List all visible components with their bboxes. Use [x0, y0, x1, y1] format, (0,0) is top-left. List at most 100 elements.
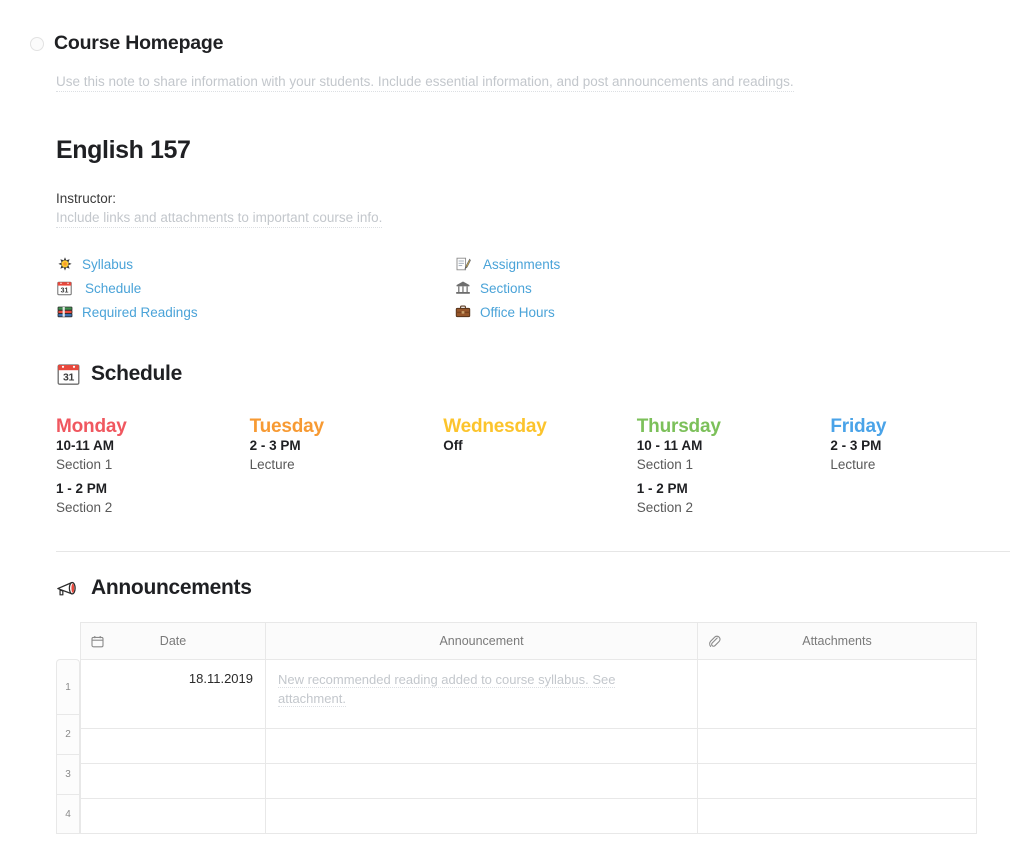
quick-link-assignments[interactable]: Assignments	[454, 252, 852, 276]
table-row: 18.11.2019 New recommended reading added…	[80, 659, 977, 729]
slot-description: Section 2	[56, 500, 113, 515]
column-header-date[interactable]: Date	[80, 622, 266, 660]
stacked-books-icon	[56, 304, 73, 321]
schedule-column-thursday: Thursday 10 - 11 AM Section 1 1 - 2 PM S…	[637, 416, 831, 515]
schedule-column-wednesday: Wednesday Off	[443, 416, 637, 515]
classical-building-icon	[454, 280, 471, 297]
schedule-slot: 1 - 2 PM Section 2	[637, 481, 831, 515]
schedule-slot: 1 - 2 PM Section 2	[56, 481, 250, 515]
slot-time: 1 - 2 PM	[56, 481, 108, 496]
quick-link-office-hours[interactable]: Office Hours	[454, 300, 852, 324]
schedule-column-tuesday: Tuesday 2 - 3 PM Lecture	[250, 416, 444, 515]
cell-attachments[interactable]	[697, 797, 977, 835]
course-title: English 157	[56, 136, 191, 164]
column-header-announcement[interactable]: Announcement	[265, 622, 698, 660]
quick-link-sections[interactable]: Sections	[454, 276, 852, 300]
day-name: Wednesday	[443, 416, 547, 437]
calendar-31-icon: 31	[56, 362, 80, 386]
table-row	[80, 797, 977, 835]
quick-link-required-readings[interactable]: Required Readings	[56, 300, 454, 324]
row-number[interactable]: 4	[56, 794, 80, 834]
page-title: Course Homepage	[54, 32, 224, 54]
column-header-attachments[interactable]: Attachments	[697, 622, 977, 660]
cell-date[interactable]	[80, 727, 266, 764]
schedule-heading-label: Schedule	[91, 362, 182, 385]
row-number[interactable]: 2	[56, 714, 80, 754]
slot-time: 2 - 3 PM	[830, 438, 882, 453]
schedule-slot: Off	[443, 438, 637, 453]
table-header-row: Date Announcement Attachments	[80, 622, 977, 660]
calendar-outline-icon	[90, 634, 104, 648]
slot-time: 1 - 2 PM	[636, 481, 688, 496]
slot-time: 10-11 AM	[56, 438, 115, 453]
cell-announcement[interactable]: New recommended reading added to course …	[265, 659, 698, 729]
schedule-heading: 31 Schedule	[56, 362, 1024, 386]
cell-attachments[interactable]	[697, 727, 977, 764]
quick-link-label: Syllabus	[82, 256, 134, 272]
cell-date[interactable]	[80, 797, 266, 835]
schedule-slot: 2 - 3 PM Lecture	[250, 438, 444, 472]
svg-text:31: 31	[61, 287, 69, 294]
quick-links-right-column: Assignments Sections Office Hours	[454, 252, 852, 324]
row-number[interactable]: 1	[56, 659, 80, 714]
cell-attachments[interactable]	[697, 659, 977, 729]
table-row	[80, 727, 977, 764]
memo-pencil-icon	[454, 256, 471, 273]
row-number-gutter: 1 2 3 4	[56, 622, 80, 834]
cell-announcement[interactable]	[265, 762, 698, 799]
slot-description: Lecture	[249, 457, 295, 472]
radio-unchecked-icon[interactable]	[30, 36, 44, 51]
table-row	[80, 762, 977, 799]
slot-description: Lecture	[830, 457, 876, 472]
slot-description: Section 1	[636, 457, 694, 472]
column-header-label: Date	[159, 634, 187, 648]
day-name: Thursday	[636, 416, 721, 437]
column-header-label: Attachments	[802, 634, 872, 648]
announcements-heading: Announcements	[56, 576, 1024, 600]
quick-link-syllabus[interactable]: Syllabus	[56, 252, 454, 276]
row-number[interactable]: 3	[56, 754, 80, 794]
quick-link-label: Required Readings	[82, 304, 198, 320]
quick-link-label: Office Hours	[480, 304, 555, 320]
megaphone-icon	[56, 576, 80, 600]
slot-time: 10 - 11 AM	[636, 438, 703, 453]
announcements-table: Date Announcement Attachments 18.11.2019…	[80, 622, 977, 835]
cell-attachments[interactable]	[697, 762, 977, 799]
section-divider	[56, 551, 1010, 552]
column-header-label: Announcement	[439, 634, 524, 648]
note-placeholder-text[interactable]: Use this note to share information with …	[56, 74, 794, 92]
schedule-slot: 10-11 AM Section 1	[56, 438, 250, 472]
quick-link-schedule[interactable]: 31 Schedule	[56, 276, 454, 300]
announcements-table-wrapper: 1 2 3 4 Date Announcement Attachments 18…	[56, 622, 977, 835]
cell-announcement[interactable]	[265, 727, 698, 764]
instructor-placeholder-text[interactable]: Include links and attachments to importa…	[56, 210, 383, 228]
slot-description: Section 2	[636, 500, 694, 515]
schedule-column-monday: Monday 10-11 AM Section 1 1 - 2 PM Secti…	[56, 416, 250, 515]
slot-time: Off	[443, 438, 463, 453]
slot-time: 2 - 3 PM	[249, 438, 301, 453]
slot-description: Section 1	[56, 457, 113, 472]
announcements-heading-label: Announcements	[91, 576, 252, 599]
sparkle-star-icon	[56, 256, 73, 273]
svg-text:31: 31	[62, 371, 74, 383]
quick-link-label: Assignments	[483, 256, 561, 272]
schedule-grid: Monday 10-11 AM Section 1 1 - 2 PM Secti…	[56, 416, 1024, 515]
day-name: Monday	[56, 416, 127, 437]
day-name: Friday	[830, 416, 887, 437]
cell-date[interactable]: 18.11.2019	[80, 659, 266, 729]
quick-link-label: Schedule	[85, 280, 142, 296]
paperclip-icon	[707, 634, 721, 648]
note-body: English 157 Instructor: Include links an…	[0, 136, 1024, 835]
briefcase-icon	[454, 304, 471, 321]
quick-links: Syllabus 31 Schedule Required Readings A…	[56, 252, 1024, 324]
schedule-column-friday: Friday 2 - 3 PM Lecture	[830, 416, 1024, 515]
schedule-slot: 2 - 3 PM Lecture	[830, 438, 1024, 472]
calendar-31-icon: 31	[56, 280, 73, 297]
quick-link-label: Sections	[480, 280, 532, 296]
instructor-label: Instructor:	[56, 191, 117, 206]
note-header: Course Homepage	[0, 0, 1024, 55]
cell-date[interactable]	[80, 762, 266, 799]
announcement-text: New recommended reading added to course …	[278, 672, 616, 707]
day-name: Tuesday	[249, 416, 324, 437]
cell-announcement[interactable]	[265, 797, 698, 835]
